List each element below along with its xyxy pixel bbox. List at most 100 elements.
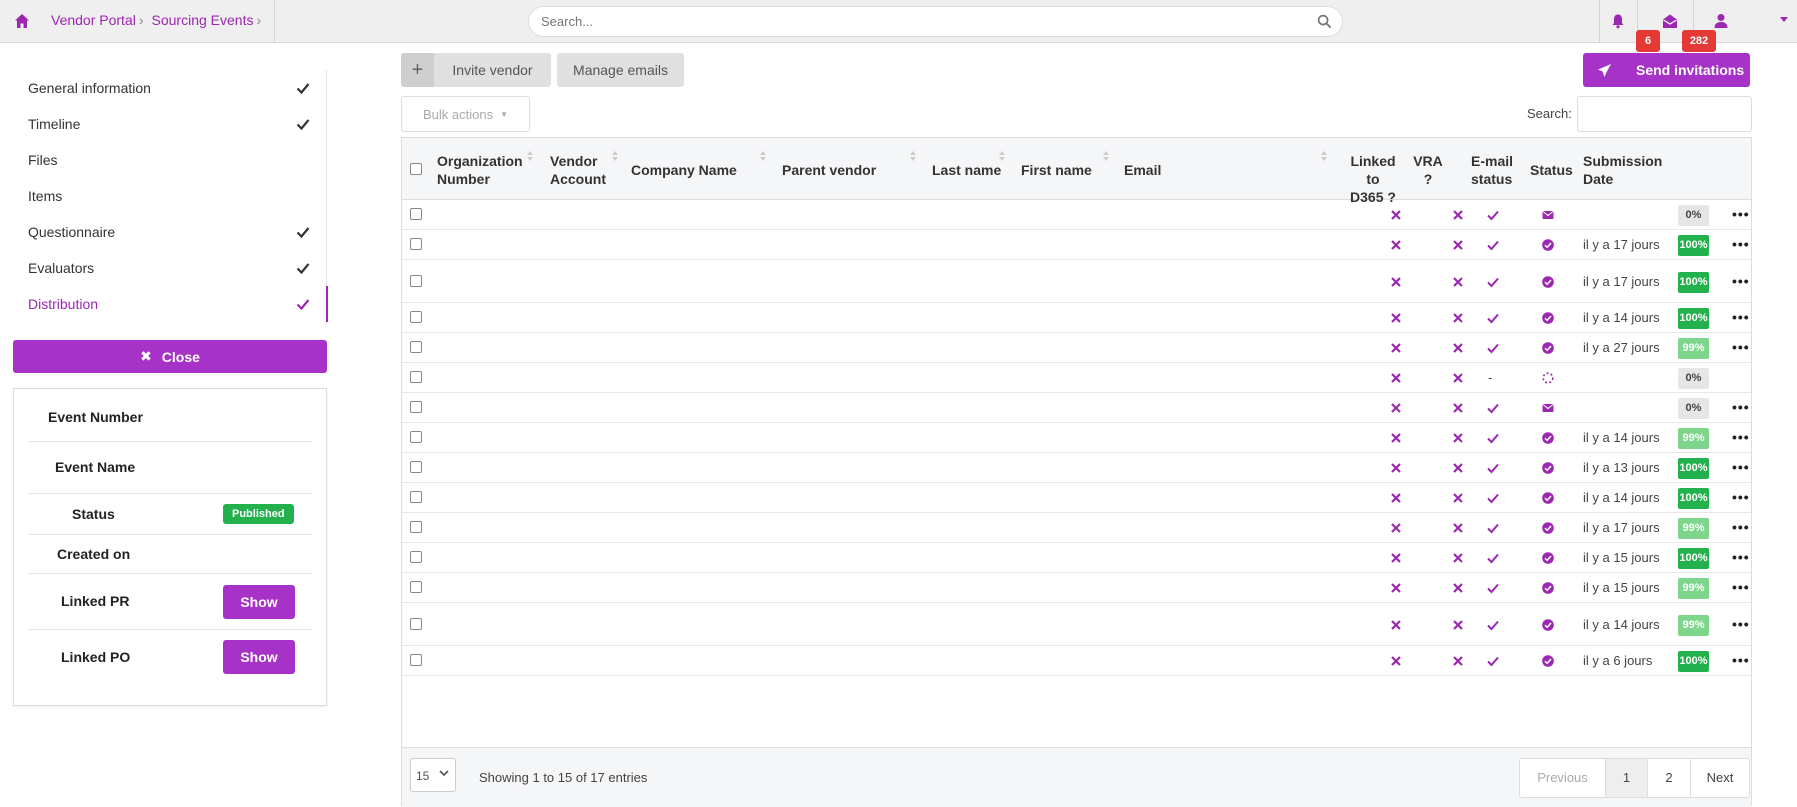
send-invitations-button[interactable]: Send invitations	[1583, 53, 1750, 87]
header-vendor-account[interactable]: Vendor Account	[550, 152, 606, 188]
header-linked-d365[interactable]: Linked to D365 ?	[1344, 152, 1402, 206]
plus-icon[interactable]: +	[401, 53, 434, 87]
bell-icon[interactable]	[1610, 13, 1626, 29]
row-menu-button[interactable]: •••	[1732, 549, 1750, 565]
completion-badge: 99%	[1678, 428, 1709, 449]
row-checkbox[interactable]	[410, 431, 422, 443]
created-on-row: Created on	[28, 535, 312, 574]
page-size-value: 15	[416, 769, 430, 783]
cross-icon	[1391, 493, 1401, 503]
circle-check-icon	[1542, 492, 1554, 504]
show-linked-po-button[interactable]: Show	[223, 640, 295, 674]
close-button[interactable]: ✖ Close	[13, 340, 327, 373]
row-menu-button[interactable]: •••	[1732, 339, 1750, 355]
event-number-row: Event Number	[28, 389, 312, 442]
row-checkbox[interactable]	[410, 238, 422, 250]
envelope-open-icon[interactable]	[1662, 13, 1678, 29]
select-all-checkbox[interactable]	[410, 163, 422, 175]
home-icon[interactable]	[14, 13, 30, 29]
header-last-name[interactable]: Last name	[932, 161, 1001, 179]
row-menu-button[interactable]: •••	[1732, 309, 1750, 325]
event-name-row: Event Name	[28, 442, 312, 494]
header-first-name[interactable]: First name	[1021, 161, 1092, 179]
cross-icon	[1453, 433, 1463, 443]
sort-icon[interactable]	[612, 151, 618, 161]
row-menu-button[interactable]: •••	[1732, 399, 1750, 415]
header-organization-number[interactable]: Organization Number	[437, 152, 523, 188]
row-checkbox[interactable]	[410, 581, 422, 593]
header-company-name[interactable]: Company Name	[631, 161, 737, 179]
user-icon[interactable]	[1713, 13, 1729, 29]
header-email[interactable]: Email	[1124, 161, 1161, 179]
sidebar-item-label: Evaluators	[28, 260, 95, 276]
table-search-input[interactable]	[1577, 96, 1752, 132]
sidebar-menu: General information Timeline Files Items…	[0, 70, 328, 322]
row-menu-button[interactable]: •••	[1732, 206, 1750, 222]
completion-badge: 100%	[1678, 488, 1709, 509]
row-checkbox[interactable]	[410, 654, 422, 666]
next-page-button[interactable]: Next	[1691, 759, 1749, 797]
row-checkbox[interactable]	[410, 275, 422, 287]
sidebar-item-files[interactable]: Files	[0, 142, 328, 178]
sidebar-item-timeline[interactable]: Timeline	[0, 106, 328, 142]
sidebar-item-items[interactable]: Items	[0, 178, 328, 214]
row-menu-button[interactable]: •••	[1732, 459, 1750, 475]
close-icon: ✖	[140, 348, 152, 364]
sort-icon[interactable]	[527, 151, 533, 161]
row-checkbox[interactable]	[410, 521, 422, 533]
sort-icon[interactable]	[1103, 151, 1109, 161]
header-email-status[interactable]: E-mail status	[1471, 152, 1513, 188]
submission-date: il y a 14 jours	[1583, 310, 1660, 325]
page-size-select[interactable]: 15	[410, 758, 456, 792]
row-checkbox[interactable]	[410, 341, 422, 353]
spinner-icon	[1542, 372, 1554, 384]
row-menu-button[interactable]: •••	[1732, 616, 1750, 632]
sidebar-item-distribution[interactable]: Distribution	[0, 286, 328, 322]
breadcrumb-vendor-portal[interactable]: Vendor Portal	[51, 12, 136, 28]
linked-pr-label: Linked PR	[61, 593, 130, 609]
submission-date: il y a 14 jours	[1583, 430, 1660, 445]
chevron-down-icon[interactable]	[1780, 17, 1788, 22]
breadcrumb-sourcing-events[interactable]: Sourcing Events	[152, 12, 254, 28]
header-status[interactable]: Status	[1530, 161, 1573, 179]
page-1-button[interactable]: 1	[1606, 759, 1648, 797]
show-linked-pr-button[interactable]: Show	[223, 585, 295, 619]
previous-page-button[interactable]: Previous	[1520, 759, 1606, 797]
search-icon[interactable]	[1317, 14, 1332, 29]
row-menu-button[interactable]: •••	[1732, 489, 1750, 505]
row-menu-button[interactable]: •••	[1732, 236, 1750, 252]
sort-icon[interactable]	[760, 151, 766, 161]
row-checkbox[interactable]	[410, 551, 422, 563]
table-row: il y a 27 jours 99% •••	[402, 333, 1751, 363]
row-menu-button[interactable]: •••	[1732, 273, 1750, 289]
completion-badge: 100%	[1678, 308, 1709, 329]
global-search-input[interactable]	[529, 7, 1289, 36]
row-menu-button[interactable]: •••	[1732, 652, 1750, 668]
row-checkbox[interactable]	[410, 208, 422, 220]
row-checkbox[interactable]	[410, 491, 422, 503]
sidebar-item-general-information[interactable]: General information	[0, 70, 328, 106]
row-menu-button[interactable]: •••	[1732, 579, 1750, 595]
row-checkbox[interactable]	[410, 401, 422, 413]
sort-icon[interactable]	[1321, 151, 1327, 161]
sort-icon[interactable]	[999, 151, 1005, 161]
header-parent-vendor[interactable]: Parent vendor	[782, 161, 876, 179]
row-menu-button[interactable]: •••	[1732, 429, 1750, 445]
sidebar-item-questionnaire[interactable]: Questionnaire	[0, 214, 328, 250]
bulk-actions-dropdown[interactable]: Bulk actions ▼	[401, 96, 530, 132]
page-2-button[interactable]: 2	[1648, 759, 1691, 797]
row-checkbox[interactable]	[410, 461, 422, 473]
row-menu-button[interactable]: •••	[1732, 519, 1750, 535]
submission-date: il y a 15 jours	[1583, 550, 1660, 565]
header-vra[interactable]: VRA?	[1413, 152, 1443, 188]
cross-icon	[1453, 313, 1463, 323]
cross-icon	[1391, 343, 1401, 353]
row-checkbox[interactable]	[410, 311, 422, 323]
row-checkbox[interactable]	[410, 618, 422, 630]
row-checkbox[interactable]	[410, 371, 422, 383]
sidebar-item-evaluators[interactable]: Evaluators	[0, 250, 328, 286]
sort-icon[interactable]	[910, 151, 916, 161]
table-row: il y a 17 jours 99% •••	[402, 513, 1751, 543]
header-submission-date[interactable]: Submission Date	[1583, 152, 1662, 188]
manage-emails-button[interactable]: Manage emails	[557, 53, 684, 87]
